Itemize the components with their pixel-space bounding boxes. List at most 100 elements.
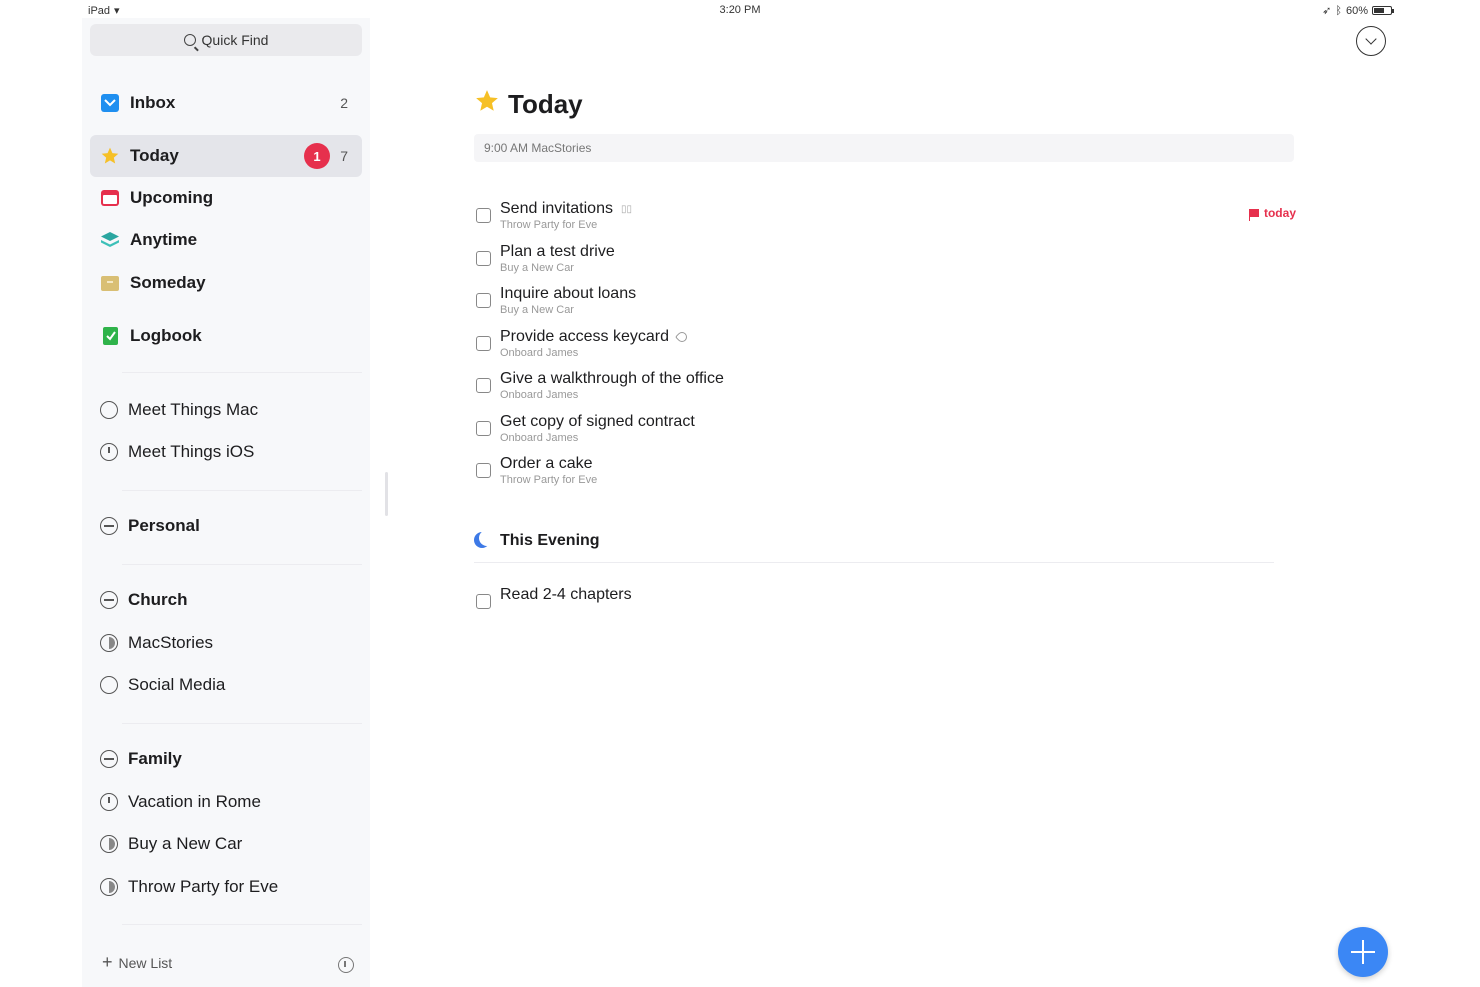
task-title: Give a walkthrough of the office [500, 370, 724, 387]
project-progress-icon [100, 793, 118, 811]
sidebar-item-someday[interactable]: Someday [90, 263, 362, 303]
quick-find-field[interactable]: Quick Find [90, 24, 362, 56]
sidebar-item-logbook[interactable]: Logbook [90, 316, 362, 356]
search-icon [183, 34, 196, 46]
sidebar-item-label: Meet Things Mac [128, 400, 259, 419]
task-checkbox[interactable] [476, 293, 491, 308]
project-progress-icon [100, 878, 118, 896]
sidebar-area-family[interactable]: Family [90, 741, 362, 777]
sidebar-item-project[interactable]: Vacation in Rome [90, 784, 362, 820]
plus-icon: + [102, 952, 113, 972]
sidebar-area-personal[interactable]: Personal [90, 508, 362, 544]
task-project: Onboard James [500, 389, 579, 401]
task-title: Provide access keycard [500, 328, 690, 346]
task-title: Plan a test drive [500, 243, 615, 260]
moon-icon [474, 530, 495, 550]
inbox-icon [100, 93, 120, 113]
quick-find-label: Quick Find [201, 32, 269, 48]
sidebar-item-project[interactable]: Buy a New Car [90, 826, 362, 862]
area-icon [100, 750, 118, 768]
task-checkbox[interactable] [476, 251, 491, 266]
sidebar-item-label: MacStories [128, 633, 214, 652]
sidebar: Quick Find Inbox 2 Today 1 7 Upcoming An… [82, 18, 370, 987]
sidebar-item-project[interactable]: Meet Things iOS [90, 434, 362, 470]
task-checkbox[interactable] [476, 336, 491, 351]
sidebar-item-label: Inbox [130, 93, 176, 112]
area-icon [100, 591, 118, 609]
sidebar-resize-handle[interactable] [385, 472, 388, 516]
sidebar-item-upcoming[interactable]: Upcoming [90, 178, 362, 218]
battery-percent: 60% [1345, 4, 1368, 17]
task-title: Read 2-4 chapters [500, 586, 632, 603]
today-badge: 1 [304, 143, 330, 169]
sidebar-item-label: Today [130, 146, 179, 165]
sidebar-item-label: Buy a New Car [128, 834, 243, 853]
sidebar-item-project[interactable]: Meet Things Mac [90, 392, 362, 428]
task-project: Buy a New Car [500, 304, 574, 316]
add-task-button[interactable] [1338, 927, 1388, 977]
sidebar-item-project[interactable]: Throw Party for Eve [90, 869, 362, 905]
sidebar-item-label: Social Media [128, 675, 226, 694]
archive-box-icon [100, 273, 120, 293]
task-row[interactable]: Plan a test drive Buy a New Car [476, 243, 1296, 283]
deadline-text: today [1263, 206, 1296, 220]
task-checkbox[interactable] [476, 378, 491, 393]
task-project: Throw Party for Eve [500, 474, 598, 486]
settings-icon[interactable] [338, 957, 354, 973]
task-row[interactable]: Provide access keycard Onboard James [476, 328, 1296, 368]
task-row[interactable]: Inquire about loans Buy a New Car [476, 285, 1296, 325]
sidebar-item-label: Someday [130, 273, 206, 292]
sidebar-item-label: Meet Things iOS [128, 442, 255, 461]
bluetooth-icon: ᛒ [1335, 4, 1342, 17]
logbook-icon [100, 326, 120, 346]
task-project: Onboard James [500, 347, 579, 359]
task-title-text: Provide access keycard [500, 328, 669, 345]
area-icon [100, 517, 118, 535]
page-title: Today [474, 88, 583, 121]
sidebar-divider [122, 372, 362, 373]
task-checkbox[interactable] [476, 421, 491, 436]
status-time: 3:20 PM [719, 4, 761, 16]
tag-icon [674, 329, 690, 345]
note-icon: ▯▯ [620, 203, 632, 215]
sidebar-item-label: Anytime [130, 230, 198, 249]
task-row[interactable]: Send invitations ▯▯ Throw Party for Eve … [476, 200, 1296, 240]
more-options-button[interactable] [1356, 26, 1386, 56]
project-progress-icon [100, 634, 118, 652]
project-progress-icon [100, 443, 118, 461]
new-list-button[interactable]: + New List [102, 952, 172, 973]
star-icon [474, 88, 500, 121]
sidebar-divider [122, 723, 362, 724]
sidebar-item-inbox[interactable]: Inbox 2 [90, 83, 362, 123]
sidebar-item-label: Church [128, 590, 188, 609]
chevron-down-icon [1365, 33, 1377, 45]
task-row[interactable]: Read 2-4 chapters [476, 586, 1296, 626]
evening-divider [474, 562, 1274, 563]
page-title-text: Today [508, 89, 583, 119]
task-row[interactable]: Give a walkthrough of the office Onboard… [476, 370, 1296, 410]
task-checkbox[interactable] [476, 463, 491, 478]
project-progress-icon [100, 835, 118, 853]
inbox-count: 2 [340, 95, 348, 111]
task-checkbox[interactable] [476, 594, 491, 609]
sidebar-divider [122, 924, 362, 925]
task-row[interactable]: Order a cake Throw Party for Eve [476, 455, 1296, 495]
sidebar-area-church[interactable]: Church [90, 582, 362, 618]
sidebar-item-label: Family [128, 749, 182, 768]
sidebar-divider [122, 490, 362, 491]
sidebar-item-project[interactable]: Social Media [90, 667, 362, 703]
new-list-label: New List [118, 954, 173, 971]
calendar-event[interactable]: 9:00 AM MacStories [474, 134, 1294, 162]
evening-heading-text: This Evening [500, 532, 600, 549]
sidebar-item-project[interactable]: MacStories [90, 625, 362, 661]
task-checkbox[interactable] [476, 208, 491, 223]
things-app-screen: iPad ▾ 3:20 PM ➶ ᛒ 60% Quick Find Inbox … [0, 0, 1480, 987]
task-title: Inquire about loans [500, 285, 637, 302]
sidebar-item-label: Personal [128, 516, 200, 535]
sidebar-item-anytime[interactable]: Anytime [90, 220, 362, 260]
star-icon [100, 146, 120, 166]
sidebar-item-today[interactable]: Today 1 7 [90, 135, 362, 177]
task-row[interactable]: Get copy of signed contract Onboard Jame… [476, 413, 1296, 453]
sidebar-item-label: Upcoming [130, 188, 214, 207]
project-progress-icon [100, 676, 118, 694]
